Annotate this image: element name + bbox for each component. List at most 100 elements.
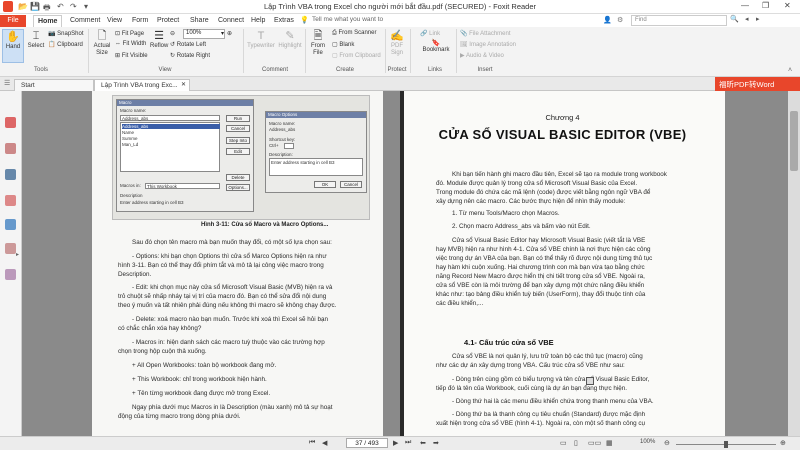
next-page-icon[interactable]: ▶ (393, 439, 398, 447)
pages-panel-icon[interactable] (5, 143, 16, 154)
expand-panel-icon[interactable]: ▸ (16, 251, 19, 258)
tab-share[interactable]: Share (186, 15, 213, 27)
hand-button[interactable]: ✋ Hand (2, 29, 24, 63)
text-line: xây dựng nên các macro. Các bước thực hi… (436, 198, 626, 205)
continuous-facing-icon[interactable]: ▦ (606, 439, 613, 447)
zoom-level[interactable]: 100% (640, 439, 655, 445)
search-icon[interactable]: 🔍 (730, 15, 739, 23)
save-icon[interactable]: 💾 (30, 2, 40, 11)
facing-icon[interactable]: ▭▭ (588, 439, 601, 447)
forward-icon[interactable]: ➡ (433, 439, 439, 447)
last-page-icon[interactable]: ⏭ (405, 439, 411, 447)
zoom-out-icon[interactable]: ⊖ (170, 30, 175, 37)
settings-icon[interactable]: ⚙ (617, 16, 623, 24)
zoom-in-icon[interactable]: ⊕ (227, 30, 232, 37)
from-scanner-button[interactable]: ⎙ From Scanner (332, 30, 376, 37)
promo-banner[interactable]: 福昕PDF转Word (715, 77, 800, 91)
next-result-icon[interactable]: ▸ (756, 15, 760, 23)
collapse-ribbon-icon[interactable]: ˄ (788, 67, 792, 74)
rotate-right-button[interactable]: ↻ Rotate Right (170, 52, 210, 59)
chapter-label: Chương 4 (545, 113, 580, 122)
continuous-icon[interactable]: ▯ (574, 439, 578, 447)
bookmark-button[interactable]: 🔖 Bookmark (420, 39, 452, 53)
open-icon[interactable]: 📂 (18, 2, 28, 11)
ribbon-divider (410, 29, 411, 73)
back-icon[interactable]: ⬅ (420, 439, 426, 447)
tab-document[interactable]: Lập Trình VBA trong Exc... ✕ (94, 79, 190, 91)
fit-visible-button[interactable]: ⊞ Fit Visible (115, 52, 148, 59)
pdf-file-icon: 🗎 (313, 30, 323, 42)
highlight-button[interactable]: ✎ Highlight (277, 29, 303, 49)
scroll-thumb[interactable] (790, 111, 798, 171)
prev-page-icon[interactable]: ◀ (322, 439, 327, 447)
text-line: động của từng macro trong dòng phía dưới… (118, 413, 241, 420)
vbe-icon (586, 377, 594, 385)
tab-connect[interactable]: Connect (214, 15, 248, 27)
audio-video-button[interactable]: ▶ Audio & Video (460, 52, 504, 59)
rotate-left-button[interactable]: ↺ Rotate Left (170, 41, 206, 48)
window-title: Lập Trình VBA trong Excel cho người mới … (263, 2, 537, 11)
security-panel-icon[interactable] (5, 269, 16, 280)
tab-extras[interactable]: Extras (270, 15, 298, 27)
zoom-slider-thumb[interactable] (724, 441, 728, 448)
reflow-button[interactable]: ☰ Reflow (150, 29, 168, 49)
typewriter-icon: T (257, 30, 265, 42)
restore-button[interactable]: ❐ (762, 1, 769, 10)
navigation-panel: ▸ (0, 91, 22, 436)
layers-panel-icon[interactable] (5, 169, 16, 180)
tab-view[interactable]: View (103, 15, 126, 27)
close-button[interactable]: ✕ (784, 1, 791, 10)
tab-home[interactable]: Home (33, 15, 63, 27)
page-number-input[interactable]: 37 / 493 (346, 438, 388, 448)
lightbulb-icon: 💡 (300, 17, 309, 24)
tab-file[interactable]: File (0, 15, 26, 27)
comments-panel-icon[interactable] (5, 195, 16, 206)
tab-list-icon[interactable]: ☰ (4, 79, 10, 87)
fit-page-button[interactable]: ⊡ Fit Page (115, 30, 144, 37)
actual-size-button[interactable]: 🗋 Actual Size (91, 29, 113, 57)
page-gap (383, 91, 400, 436)
vertical-scrollbar[interactable] (788, 91, 800, 436)
redo-icon[interactable]: ↷ (70, 2, 77, 11)
tab-help[interactable]: Help (247, 15, 269, 27)
zoom-out-status-icon[interactable]: ⊖ (664, 439, 670, 447)
file-attachment-button[interactable]: 📎 File Attachment (460, 30, 511, 37)
tab-protect[interactable]: Protect (153, 15, 183, 27)
fit-width-button[interactable]: ⇔ Fit Width (115, 41, 146, 47)
zoom-select[interactable]: 100% ▾ (183, 29, 225, 39)
undo-icon[interactable]: ↶ (57, 2, 64, 11)
blank-button[interactable]: ▢ Blank (332, 41, 354, 48)
tab-form[interactable]: Form (128, 15, 152, 27)
single-page-icon[interactable]: ▭ (560, 439, 567, 447)
customize-icon[interactable]: ▾ (84, 2, 88, 11)
text-line: trỏ chuột sẽ nhấp nháy tại vị trí của ma… (118, 293, 327, 300)
bookmark-panel-icon[interactable] (5, 117, 16, 128)
minimize-button[interactable]: — (741, 1, 749, 10)
from-file-button[interactable]: 🗎 From File (308, 29, 328, 57)
zoom-in-status-icon[interactable]: ⊕ (780, 439, 786, 447)
select-button[interactable]: ⌶ Select (26, 29, 46, 49)
link-button[interactable]: 🔗 Link (420, 30, 440, 37)
snapshot-button[interactable]: 📷 SnapShot (48, 30, 84, 37)
typewriter-button[interactable]: T Typewriter (247, 29, 275, 49)
clipboard-button[interactable]: 📋 Clipboard (48, 41, 83, 48)
page-fold (400, 91, 404, 436)
signatures-panel-icon[interactable] (5, 243, 16, 254)
figure-macro-dialogs: Macro Macro name: Address_abs Address_ab… (112, 95, 370, 220)
text-line: các điều khiển,... (436, 300, 484, 307)
first-page-icon[interactable]: ⏮ (309, 439, 315, 447)
tab-comment[interactable]: Comment (66, 15, 104, 27)
tab-start[interactable]: Start (14, 79, 94, 91)
close-tab-icon[interactable]: ✕ (181, 81, 186, 88)
reflow-icon: ☰ (154, 30, 164, 42)
pdf-sign-button[interactable]: ✍ PDF Sign (388, 29, 406, 57)
attachments-panel-icon[interactable] (5, 219, 16, 230)
tell-me-input[interactable]: Tell me what you want to (312, 16, 383, 23)
user-icon[interactable]: 👤 (603, 16, 612, 24)
find-input[interactable]: Find (631, 15, 727, 26)
text-line: tiếp đó là tên của Workbook, cuối cùng l… (436, 385, 628, 392)
image-annotation-button[interactable]: 🖼 Image Annotation (460, 41, 516, 48)
text-line: xuất hiện trong cửa sổ VBE (hình 4-1). N… (436, 420, 645, 427)
from-clipboard-button[interactable]: ▢ From Clipboard (332, 52, 381, 59)
prev-result-icon[interactable]: ◂ (745, 15, 749, 23)
